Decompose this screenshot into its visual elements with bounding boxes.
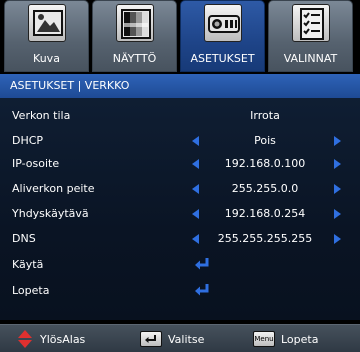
right-arrow-icon[interactable]: [334, 136, 341, 146]
enter-key-icon: [140, 331, 162, 347]
options-icon: [292, 4, 330, 42]
tab-label: NÄYTTÖ: [112, 52, 157, 65]
row-label: DHCP: [12, 134, 44, 147]
row-label: Yhdyskäytävä: [12, 207, 89, 220]
tab-label: ASETUKSET: [190, 52, 255, 65]
left-arrow-icon[interactable]: [192, 234, 199, 244]
row-aliverkon-peite[interactable]: Aliverkon peite 255.255.0.0: [0, 179, 360, 199]
updown-label: YlösAlas: [40, 332, 86, 346]
row-value: Irrota: [250, 109, 280, 122]
enter-icon[interactable]: [194, 282, 210, 298]
projector-settings-icon: [204, 4, 242, 42]
row-value: 255.255.255.255: [217, 232, 313, 245]
picture-icon: [28, 4, 66, 42]
exit-label: Lopeta: [281, 332, 319, 346]
row-dhcp[interactable]: DHCP Pois: [0, 131, 360, 151]
enter-icon[interactable]: [194, 256, 210, 272]
left-arrow-icon[interactable]: [192, 159, 199, 169]
tab-naytto[interactable]: NÄYTTÖ: [92, 0, 177, 72]
tab-kuva[interactable]: Kuva: [4, 0, 89, 72]
row-label: Käytä: [12, 258, 44, 271]
exit-hint: Menu Lopeta: [253, 331, 318, 347]
right-arrow-icon[interactable]: [334, 184, 341, 194]
select-label: Valitse: [168, 332, 205, 346]
footer-help-bar: YlösAlas Valitse Menu Lopeta: [0, 324, 360, 352]
row-lopeta[interactable]: Lopeta: [0, 281, 360, 301]
breadcrumb: ASETUKSET | VERKKO: [0, 74, 360, 98]
row-value: Pois: [254, 134, 276, 147]
row-verkon-tila[interactable]: Verkon tila Irrota: [0, 106, 360, 126]
right-arrow-icon[interactable]: [334, 234, 341, 244]
row-value: 255.255.0.0: [231, 182, 299, 195]
menu-key-icon: Menu: [253, 331, 275, 347]
row-label: Verkon tila: [12, 109, 71, 122]
row-value: 192.168.0.254: [224, 207, 306, 220]
row-label: IP-osoite: [12, 157, 60, 170]
tab-asetukset[interactable]: ASETUKSET: [180, 0, 265, 72]
left-arrow-icon[interactable]: [192, 184, 199, 194]
updown-hint: YlösAlas: [16, 330, 86, 348]
display-icon: [116, 4, 154, 42]
tab-valinnat[interactable]: VALINNAT: [268, 0, 353, 72]
right-arrow-icon[interactable]: [334, 209, 341, 219]
row-label: DNS: [12, 232, 36, 245]
select-hint: Valitse: [140, 331, 204, 347]
up-down-arrows-icon: [18, 330, 32, 348]
left-arrow-icon[interactable]: [192, 209, 199, 219]
row-ip-osoite[interactable]: IP-osoite 192.168.0.100: [0, 154, 360, 174]
row-dns[interactable]: DNS 255.255.255.255: [0, 229, 360, 249]
left-arrow-icon[interactable]: [192, 136, 199, 146]
settings-panel: Verkon tila Irrota DHCP Pois IP-osoite 1…: [0, 98, 360, 320]
row-yhdyskaytava[interactable]: Yhdyskäytävä 192.168.0.254: [0, 204, 360, 224]
row-kayta[interactable]: Käytä: [0, 255, 360, 275]
row-label: Aliverkon peite: [12, 182, 95, 195]
tab-label: Kuva: [33, 52, 60, 65]
row-label: Lopeta: [12, 284, 50, 297]
right-arrow-icon[interactable]: [334, 159, 341, 169]
menu-tabs: Kuva NÄYTTÖ ASETUKSET VALINNAT: [0, 0, 360, 72]
row-value: 192.168.0.100: [224, 157, 306, 170]
tab-label: VALINNAT: [283, 52, 338, 65]
